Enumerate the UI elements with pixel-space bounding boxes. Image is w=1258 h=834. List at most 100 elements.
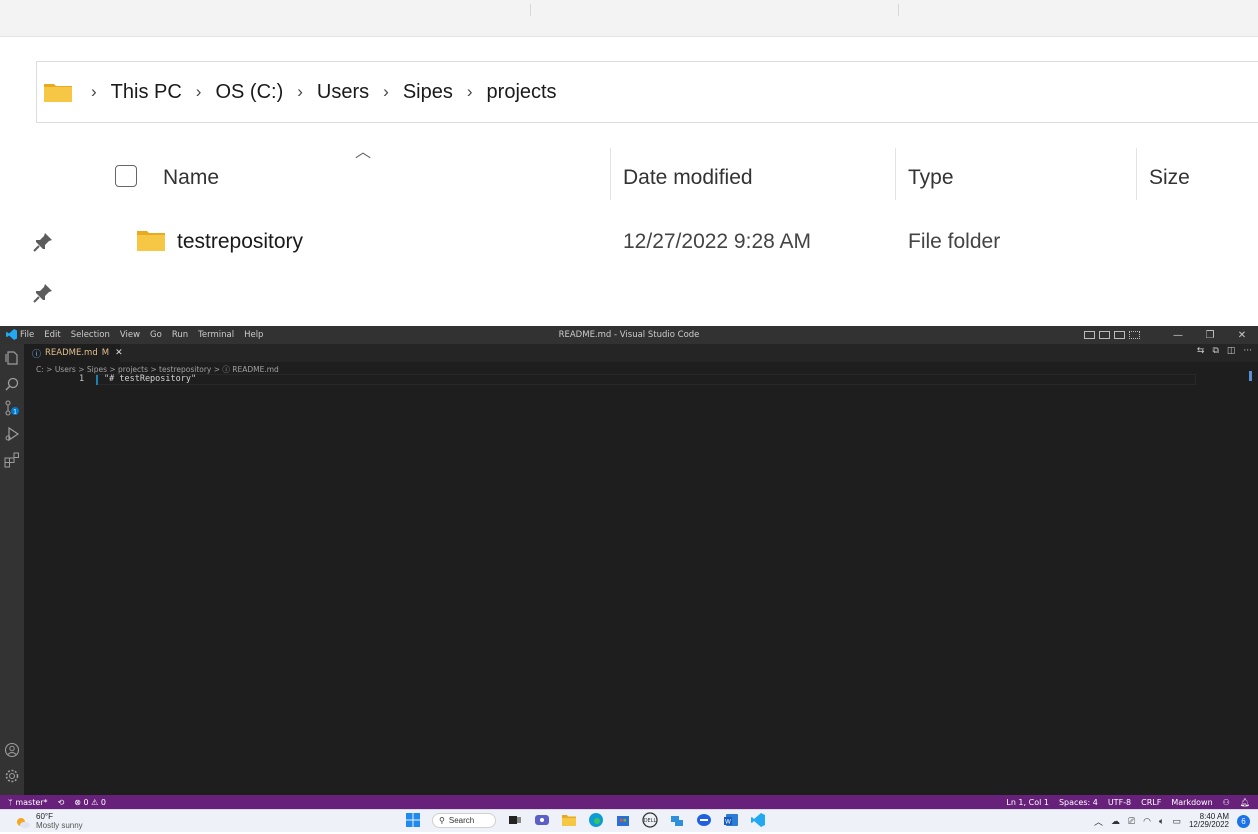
start-windows-icon[interactable]: [405, 812, 421, 828]
menu-help[interactable]: Help: [244, 330, 263, 340]
restore-icon[interactable]: ❐: [1194, 330, 1226, 341]
feedback-icon[interactable]: ⚇: [1223, 798, 1230, 807]
info-icon: ⓘ: [32, 349, 42, 360]
toggle-primary-sidebar-icon[interactable]: [1084, 331, 1095, 339]
show-hidden-icons-chevron-icon[interactable]: ︿: [1094, 815, 1103, 828]
toggle-panel-icon[interactable]: [1099, 331, 1110, 339]
language-mode[interactable]: Markdown: [1171, 798, 1212, 807]
file-type: File folder: [908, 230, 1001, 253]
minimize-icon[interactable]: —: [1162, 330, 1194, 341]
chevron-right-icon[interactable]: ›: [91, 82, 97, 102]
menu-view[interactable]: View: [120, 330, 140, 340]
close-icon[interactable]: ✕: [1226, 330, 1258, 341]
account-icon[interactable]: [4, 742, 20, 758]
menu-file[interactable]: File: [20, 330, 34, 340]
column-divider[interactable]: [1136, 148, 1137, 200]
address-bar[interactable]: › This PC › OS (C:) › Users › Sipes › pr…: [36, 61, 1258, 123]
code-line[interactable]: "# testRepository": [104, 374, 196, 384]
extensions-icon[interactable]: [4, 452, 20, 468]
notification-badge[interactable]: 6: [1237, 814, 1250, 828]
menu-go[interactable]: Go: [150, 330, 162, 340]
weather-widget[interactable]: 60°F Mostly sunny: [16, 813, 83, 830]
battery-icon[interactable]: ▭: [1172, 816, 1181, 827]
column-divider[interactable]: [610, 148, 611, 200]
vscode-taskbar-icon[interactable]: [750, 812, 766, 828]
vscode-window: File Edit Selection View Go Run Terminal…: [0, 326, 1258, 832]
store-icon[interactable]: [615, 812, 631, 828]
teams-chat-icon[interactable]: [534, 812, 550, 828]
split-editor-icon[interactable]: ◫: [1227, 346, 1236, 356]
line-number: 1: [79, 374, 85, 384]
edge-browser-icon[interactable]: [588, 812, 604, 828]
taskbar-search[interactable]: ⚲ Search: [432, 812, 496, 828]
weather-temperature: 60°F: [36, 812, 53, 821]
menu-selection[interactable]: Selection: [71, 330, 110, 340]
indentation[interactable]: Spaces: 4: [1059, 798, 1098, 807]
error-icon: ⊗: [74, 797, 84, 807]
column-size[interactable]: Size: [1149, 148, 1190, 208]
column-type[interactable]: Type: [908, 148, 954, 208]
breadcrumb-os-c[interactable]: OS (C:): [215, 81, 283, 104]
status-bar: ᛘ master* ⟲ ⊗ 0 ⚠ 0 Ln 1, Col 1 Spaces: …: [0, 795, 1258, 809]
manage-gear-icon[interactable]: [4, 768, 20, 784]
column-date-modified[interactable]: Date modified: [623, 148, 753, 208]
menu-run[interactable]: Run: [172, 330, 188, 340]
chevron-right-icon[interactable]: ›: [383, 82, 389, 102]
svg-text:DELL: DELL: [644, 818, 657, 824]
dell-icon[interactable]: DELL: [642, 812, 658, 828]
explorer-icon[interactable]: [4, 350, 20, 366]
modified-line-indicator: [96, 375, 98, 385]
search-icon[interactable]: [4, 376, 20, 392]
code-editor[interactable]: 1 "# testRepository": [24, 371, 1258, 795]
chevron-right-icon[interactable]: ›: [297, 82, 303, 102]
toolbar-separator: [898, 4, 899, 16]
breadcrumb-projects[interactable]: projects: [487, 81, 557, 104]
menu-terminal[interactable]: Terminal: [198, 330, 234, 340]
line-ending[interactable]: CRLF: [1141, 798, 1161, 807]
file-name[interactable]: testrepository: [177, 214, 303, 270]
column-divider[interactable]: [895, 148, 896, 200]
menu-bar: File Edit Selection View Go Run Terminal…: [20, 326, 273, 344]
open-preview-icon[interactable]: ⧉: [1212, 346, 1218, 356]
problems-indicator[interactable]: ⊗ 0 ⚠ 0: [74, 798, 106, 807]
display-icon[interactable]: ⎚: [1128, 816, 1135, 827]
breadcrumb-users[interactable]: Users: [317, 81, 369, 104]
scrollbar[interactable]: [1249, 371, 1252, 381]
source-control-icon[interactable]: 1: [4, 400, 20, 416]
breadcrumb-sipes[interactable]: Sipes: [403, 81, 453, 104]
menu-edit[interactable]: Edit: [44, 330, 60, 340]
file-row[interactable]: testrepository 12/27/2022 9:28 AM File f…: [0, 214, 1258, 270]
cursor-position[interactable]: Ln 1, Col 1: [1006, 798, 1049, 807]
title-bar: File Edit Selection View Go Run Terminal…: [0, 326, 1258, 344]
breadcrumb-this-pc[interactable]: This PC: [111, 81, 182, 104]
weather-description: Mostly sunny: [36, 821, 83, 830]
explorer-toolbar: [0, 0, 1258, 37]
encoding[interactable]: UTF-8: [1108, 798, 1131, 807]
task-view-icon[interactable]: [507, 812, 523, 828]
word-icon[interactable]: W: [723, 812, 739, 828]
branch-indicator[interactable]: ᛘ master*: [8, 798, 48, 807]
compare-changes-icon[interactable]: ⇆: [1197, 346, 1205, 356]
volume-icon[interactable]: 🔈︎: [1159, 816, 1164, 827]
pin-icon[interactable]: [32, 282, 54, 304]
toggle-secondary-sidebar-icon[interactable]: [1114, 331, 1125, 339]
more-actions-icon[interactable]: ···: [1243, 346, 1252, 356]
notifications-bell-icon[interactable]: 🔔︎: [1240, 798, 1250, 807]
customize-layout-icon[interactable]: [1129, 331, 1140, 339]
onedrive-cloud-icon[interactable]: ☁: [1111, 816, 1120, 827]
select-all-checkbox[interactable]: [115, 165, 137, 187]
file-explorer-icon[interactable]: [561, 812, 577, 828]
tab-readme[interactable]: ⓘ README.md M ✕: [24, 344, 123, 362]
tab-modified-badge: M: [101, 348, 110, 358]
wifi-icon[interactable]: ◠: [1143, 816, 1151, 827]
column-name[interactable]: Name: [163, 148, 219, 208]
sync-icon[interactable]: ⟲: [58, 798, 65, 807]
close-icon[interactable]: ✕: [115, 348, 123, 358]
chevron-right-icon[interactable]: ›: [467, 82, 473, 102]
chevron-right-icon[interactable]: ›: [196, 82, 202, 102]
clock[interactable]: 8:40 AM 12/29/2022: [1189, 813, 1229, 829]
run-debug-icon[interactable]: [4, 426, 20, 442]
messenger-icon[interactable]: [696, 812, 712, 828]
snipping-tool-icon[interactable]: [669, 812, 685, 828]
vscode-logo-icon: [6, 329, 17, 343]
